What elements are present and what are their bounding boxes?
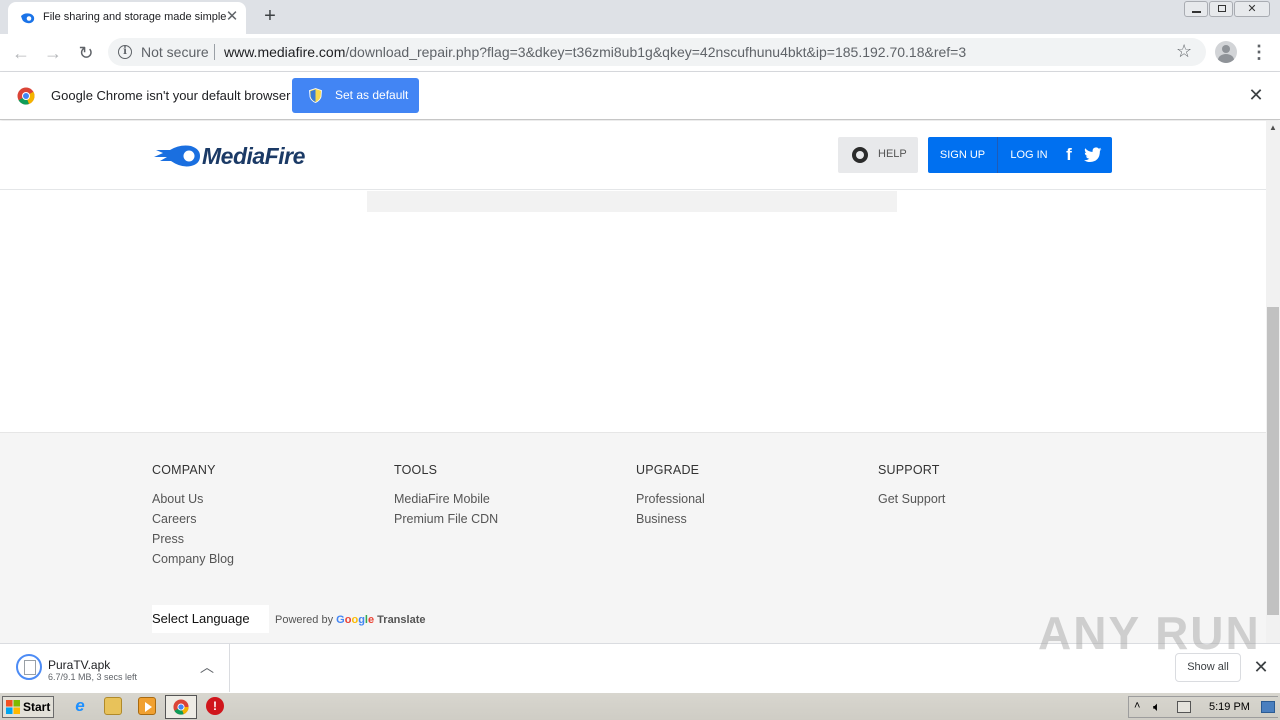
footer-heading: SUPPORT	[878, 463, 940, 477]
internet-explorer-icon[interactable]: e	[71, 697, 89, 715]
download-item[interactable]: PuraTV.apk 6.7/9.1 MB, 3 secs left ︿	[0, 644, 230, 692]
mediafire-logo[interactable]: MediaFire	[154, 141, 334, 171]
taskbar-chrome-button[interactable]	[165, 695, 197, 719]
browser-toolbar: ← → ↻ i Not secure www.mediafire.com/dow…	[0, 34, 1280, 72]
window-close-button[interactable]: ✕	[1234, 1, 1270, 17]
footer-column-upgrade: UPGRADE Professional Business	[636, 463, 856, 531]
url-path: /download_repair.php?flag=3&dkey=t36zmi8…	[345, 44, 967, 60]
chrome-taskbar-icon	[173, 699, 189, 715]
powered-by-text: Powered by	[275, 614, 334, 626]
new-tab-button[interactable]: +	[258, 3, 282, 29]
help-button[interactable]: HELP	[838, 137, 918, 173]
url-text[interactable]: www.mediafire.com/download_repair.php?fl…	[224, 44, 966, 60]
stop-sign-icon[interactable]: !	[206, 697, 224, 715]
file-download-icon	[16, 654, 42, 680]
lifebuoy-icon	[852, 147, 868, 163]
footer-link-about-us[interactable]: About Us	[152, 491, 372, 511]
help-label: HELP	[878, 148, 907, 160]
tab-strip: File sharing and storage made simple ✕ +…	[0, 0, 1280, 34]
start-label: Start	[23, 700, 51, 714]
google-translate-attribution[interactable]: Powered by Google Translate	[275, 614, 425, 626]
footer-column-tools: TOOLS MediaFire Mobile Premium File CDN	[394, 463, 614, 531]
footer-link-press[interactable]: Press	[152, 531, 372, 551]
chevron-up-icon[interactable]: ︿	[198, 658, 216, 676]
facebook-icon[interactable]: f	[1061, 146, 1077, 163]
tray-expand-icon[interactable]: ˄	[1134, 700, 1140, 712]
log-in-button[interactable]: LOG IN	[999, 137, 1059, 173]
translate-text: Translate	[377, 614, 426, 626]
chrome-logo-icon	[17, 87, 35, 105]
chrome-menu-icon[interactable]: ⋮	[1250, 40, 1268, 64]
language-select[interactable]: Select Language	[152, 605, 269, 633]
address-bar[interactable]: i Not secure www.mediafire.com/download_…	[108, 38, 1206, 66]
anyrun-watermark: ANY RUN	[1038, 607, 1261, 659]
media-player-icon[interactable]	[138, 697, 156, 715]
site-header: MediaFire HELP SIGN UP LOG IN f	[0, 121, 1266, 190]
uac-shield-icon	[309, 88, 322, 103]
bookmark-star-icon[interactable]: ☆	[1176, 41, 1192, 62]
footer-link-premium-file-cdn[interactable]: Premium File CDN	[394, 511, 614, 531]
restore-button[interactable]	[1209, 1, 1233, 17]
page-viewport: MediaFire HELP SIGN UP LOG IN f COMPANY …	[0, 121, 1266, 643]
show-desktop-icon[interactable]	[1261, 701, 1275, 713]
page-scrollbar[interactable]: ▲	[1266, 121, 1280, 643]
mediafire-wordmark: MediaFire	[202, 143, 305, 169]
url-host: www.mediafire.com	[224, 44, 346, 60]
not-secure-label[interactable]: Not secure	[141, 44, 209, 60]
footer-link-professional[interactable]: Professional	[636, 491, 856, 511]
scroll-up-arrow-icon[interactable]: ▲	[1266, 121, 1280, 135]
twitter-icon[interactable]	[1084, 147, 1102, 163]
download-shelf-close-icon[interactable]: ✕	[1252, 657, 1270, 677]
download-status: 6.7/9.1 MB, 3 secs left	[48, 672, 138, 682]
sign-up-button[interactable]: SIGN UP	[928, 137, 998, 173]
minimize-button[interactable]	[1184, 1, 1208, 17]
reload-button[interactable]: ↻	[73, 40, 99, 66]
info-icon[interactable]: i	[118, 45, 132, 59]
system-tray: ˄ 🔈︎ 5:19 PM	[1128, 696, 1278, 718]
footer-column-support: SUPPORT Get Support	[878, 463, 1098, 511]
start-button[interactable]: Start	[2, 696, 54, 718]
profile-avatar-icon[interactable]	[1215, 41, 1237, 63]
default-browser-infobar: Google Chrome isn't your default browser…	[0, 72, 1280, 120]
windows-flag-icon	[6, 700, 20, 714]
infobar-close-icon[interactable]: ✕	[1247, 85, 1265, 105]
auth-button-group: SIGN UP LOG IN f	[928, 137, 1112, 173]
infobar-message: Google Chrome isn't your default browser	[51, 88, 291, 103]
footer-link-mediafire-mobile[interactable]: MediaFire Mobile	[394, 491, 614, 511]
network-icon[interactable]	[1177, 701, 1191, 713]
mediafire-favicon-icon	[21, 13, 35, 24]
footer-heading: UPGRADE	[636, 463, 700, 477]
download-file-name: PuraTV.apk	[48, 658, 111, 672]
footer-heading: COMPANY	[152, 463, 216, 477]
content-placeholder	[367, 191, 897, 212]
taskbar-clock[interactable]: 5:19 PM	[1209, 701, 1250, 713]
footer-link-company-blog[interactable]: Company Blog	[152, 551, 372, 571]
browser-tab[interactable]: File sharing and storage made simple ✕	[8, 2, 246, 34]
volume-icon[interactable]: 🔈︎	[1153, 699, 1161, 715]
url-separator	[214, 44, 215, 60]
mediafire-flame-icon	[154, 145, 200, 167]
footer-link-get-support[interactable]: Get Support	[878, 491, 1098, 511]
google-logo: Google	[336, 614, 375, 626]
footer-link-careers[interactable]: Careers	[152, 511, 372, 531]
footer-column-company: COMPANY About Us Careers Press Company B…	[152, 463, 372, 571]
scrollbar-thumb[interactable]	[1267, 307, 1279, 615]
windows-taskbar: Start e ! ˄ 🔈︎ 5:19 PM	[0, 692, 1280, 720]
forward-button[interactable]: →	[40, 40, 66, 66]
set-as-default-label: Set as default	[335, 88, 409, 102]
tab-title: File sharing and storage made simple	[43, 11, 227, 23]
footer-link-business[interactable]: Business	[636, 511, 856, 531]
back-button[interactable]: ←	[8, 40, 34, 66]
tab-close-icon[interactable]: ✕	[224, 8, 240, 26]
set-as-default-button[interactable]: Set as default	[292, 78, 419, 113]
footer-heading: TOOLS	[394, 463, 438, 477]
file-explorer-icon[interactable]	[104, 697, 122, 715]
